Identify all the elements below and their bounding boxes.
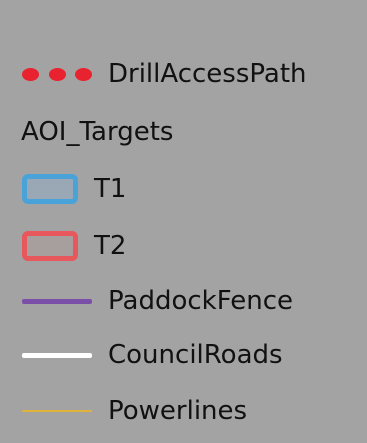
legend-label: T2 bbox=[94, 231, 127, 261]
purple-line-icon bbox=[22, 299, 92, 304]
legend-label: Powerlines bbox=[108, 396, 248, 426]
legend-group-title: AOI_Targets bbox=[21, 117, 174, 147]
legend-label: CouncilRoads bbox=[108, 340, 283, 370]
dot bbox=[22, 67, 39, 81]
legend-label: T1 bbox=[94, 174, 127, 204]
dot bbox=[75, 67, 92, 81]
dotted-red-line-icon bbox=[22, 65, 92, 83]
blue-polygon-icon bbox=[22, 174, 78, 204]
yellow-line-icon bbox=[22, 410, 92, 412]
map-legend: DrillAccessPath AOI_Targets T1 T2 Paddoc… bbox=[0, 0, 367, 443]
red-polygon-icon bbox=[22, 231, 78, 261]
white-line-icon bbox=[22, 353, 92, 358]
legend-group-header: AOI_Targets bbox=[21, 112, 173, 152]
legend-label: PaddockFence bbox=[108, 286, 294, 316]
dot bbox=[48, 67, 66, 81]
legend-label: DrillAccessPath bbox=[108, 59, 307, 89]
